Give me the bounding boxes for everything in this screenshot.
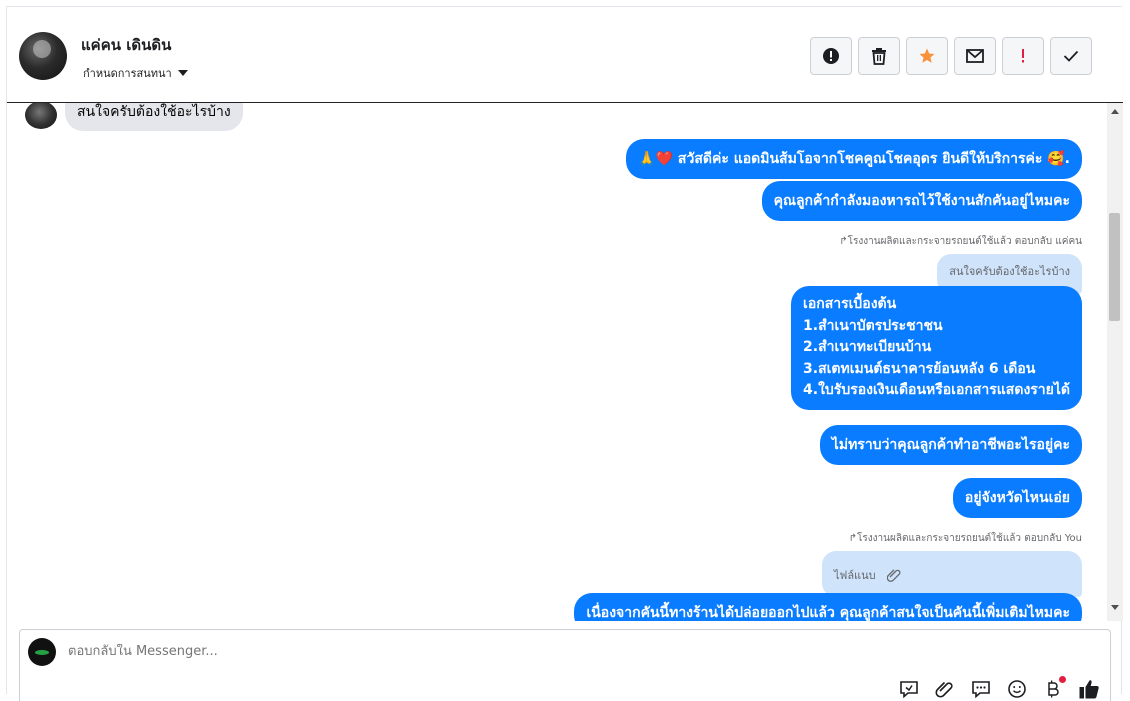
composer-toolbar <box>898 676 1100 700</box>
notification-dot <box>1059 676 1066 683</box>
contact-name[interactable]: แค่คน เดินดิน <box>81 33 171 57</box>
saved-reply-button[interactable] <box>898 678 920 700</box>
follow-up-button[interactable] <box>1002 37 1044 75</box>
delete-button[interactable] <box>858 37 900 75</box>
star-button[interactable] <box>906 37 948 75</box>
conversation-label-dropdown[interactable]: กำหนดการสนทนา <box>83 64 188 82</box>
conversation-header: แค่คน เดินดิน กำหนดการสนทนา <box>7 7 1123 103</box>
quoted-attachment[interactable]: ไฟล์แนบ <box>822 551 1082 597</box>
trash-icon <box>872 48 886 65</box>
chat-bubble-icon <box>972 681 990 698</box>
paperclip-icon <box>935 681 953 698</box>
conversation-panel: แค่คน เดินดิน กำหนดการสนทนา สนใจครับต้อง… <box>6 6 1123 701</box>
documents-line: เอกสารเบื้องต้น <box>803 296 897 312</box>
attach-button[interactable] <box>934 678 956 700</box>
header-actions <box>810 37 1092 75</box>
outgoing-message-documents[interactable]: เอกสารเบื้องต้น 1.สำเนาบัตรประชาชน 2.สำเ… <box>791 286 1082 410</box>
message-thread[interactable]: สนใจครับต้องใช้อะไรบ้าง 🙏❤️ สวัสดีค่ะ แอ… <box>7 103 1107 621</box>
reply-context-note: ↱โรงงานผลิตและกระจายรถยนต์ใช้แล้ว ตอบกลั… <box>839 236 1082 247</box>
saved-reply-icon <box>900 681 918 698</box>
documents-line: 1.สำเนาบัตรประชาชน <box>803 317 943 334</box>
mark-unread-button[interactable] <box>954 37 996 75</box>
quick-reply-button[interactable] <box>970 678 992 700</box>
thread-scrollbar[interactable] <box>1107 103 1123 621</box>
payment-button[interactable] <box>1042 676 1066 700</box>
paperclip-icon <box>886 569 901 582</box>
attachment-label: ไฟล์แนบ <box>834 569 876 582</box>
reply-context-note: ↱โรงงานผลิตและกระจายรถยนต์ใช้แล้ว ตอบกลั… <box>848 533 1082 544</box>
reply-input[interactable] <box>68 644 768 659</box>
contact-avatar[interactable] <box>19 32 67 80</box>
documents-line: 4.ใบรับรองเงินเดือนหรือเอกสารแสดงรายได้ <box>803 382 1070 398</box>
outgoing-message[interactable]: ไม่ทราบว่าคุณลูกค้าทำอาชีพอะไรอยู่คะ <box>819 425 1082 465</box>
emoji-icon <box>1008 680 1026 698</box>
scroll-up-arrow[interactable] <box>1111 109 1119 114</box>
sender-avatar <box>25 103 57 129</box>
documents-line: 2.สำเนาทะเบียนบ้าน <box>803 339 932 355</box>
like-button[interactable] <box>1078 678 1100 700</box>
label-dropdown-text: กำหนดการสนทนา <box>83 67 172 80</box>
incoming-message[interactable]: สนใจครับต้องใช้อะไรบ้าง <box>65 103 243 131</box>
caret-down-icon <box>177 70 188 76</box>
mark-done-button[interactable] <box>1050 37 1092 75</box>
envelope-icon <box>966 49 984 63</box>
like-icon <box>1079 680 1099 699</box>
checkmark-icon <box>1063 50 1079 62</box>
scrollbar-thumb[interactable] <box>1109 213 1120 321</box>
exclamation-icon <box>1022 49 1024 63</box>
page-avatar <box>28 638 56 666</box>
star-icon <box>919 48 935 63</box>
report-button[interactable] <box>810 37 852 75</box>
outgoing-message[interactable]: อยู่จังหวัดไหนเอ่ย <box>952 478 1082 518</box>
emoji-button[interactable] <box>1006 678 1028 700</box>
documents-line: 3.สเตทเมนต์ธนาคารย้อนหลัง 6 เดือน <box>803 360 1036 377</box>
reply-composer <box>19 629 1111 701</box>
outgoing-message[interactable]: คุณลูกค้ากำลังมองหารถไว้ใช้งานสักคันอยู่… <box>761 181 1082 221</box>
bitcoin-icon <box>1048 680 1059 698</box>
scroll-down-arrow[interactable] <box>1111 605 1119 610</box>
exclamation-circle-icon <box>823 48 839 64</box>
outgoing-message[interactable]: 🙏❤️ สวัสดีค่ะ แอดมินส้มโอจากโชคคูณโชคอุด… <box>626 139 1082 179</box>
outgoing-message[interactable]: เนื่องจากคันนี้ทางร้านได้ปล่อยออกไปแล้ว … <box>574 593 1082 621</box>
